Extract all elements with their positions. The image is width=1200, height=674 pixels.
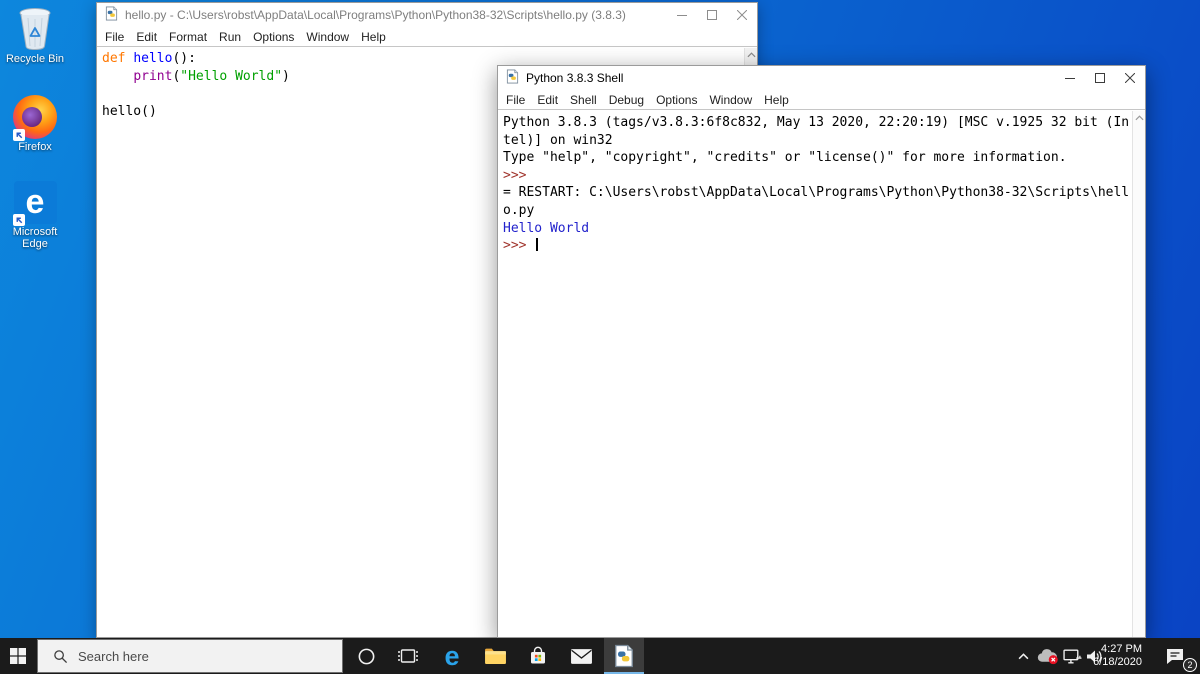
shell-text-area[interactable]: Python 3.8.3 (tags/v3.8.3:6f8c832, May 1… [498, 111, 1145, 637]
chevron-up-icon [1018, 653, 1029, 660]
editor-titlebar[interactable]: hello.py - C:\Users\robst\AppData\Local\… [97, 3, 757, 27]
menu-item-help[interactable]: Help [758, 91, 795, 109]
taskbar-clock[interactable]: 4:27 PM 6/18/2020 [1082, 638, 1142, 674]
close-button[interactable] [1115, 66, 1145, 90]
clock-time: 4:27 PM [1101, 643, 1142, 656]
shell-vertical-scrollbar[interactable] [1132, 111, 1145, 637]
onedrive-tray-button[interactable] [1034, 638, 1060, 674]
action-center-icon [1165, 647, 1185, 665]
menu-item-window[interactable]: Window [703, 91, 758, 109]
maximize-button[interactable] [697, 3, 727, 27]
menu-item-shell[interactable]: Shell [564, 91, 603, 109]
python-shell-window: Python 3.8.3 Shell File Edit Shell Debug… [497, 65, 1146, 638]
network-icon [1063, 649, 1082, 664]
task-view-icon [397, 647, 419, 665]
taskbar-edge-button[interactable]: e [432, 638, 472, 674]
menu-item-help[interactable]: Help [355, 28, 392, 46]
taskbar-file-explorer-button[interactable] [475, 638, 515, 674]
menu-item-file[interactable]: File [99, 28, 130, 46]
desktop-icon-firefox[interactable]: Firefox [2, 93, 68, 153]
action-center-button[interactable]: 2 [1150, 638, 1200, 674]
menu-item-format[interactable]: Format [163, 28, 213, 46]
minimize-button[interactable] [667, 3, 697, 27]
desktop-icon-label: Recycle Bin [2, 53, 68, 65]
taskbar: e [0, 638, 1200, 674]
hidden-icons-chevron-button[interactable] [1012, 638, 1034, 674]
network-tray-button[interactable] [1060, 638, 1084, 674]
editor-window-title: hello.py - C:\Users\robst\AppData\Local\… [125, 8, 626, 22]
shell-prompt-line: >>> [503, 167, 1145, 185]
shell-line: tel)] on win32 [503, 132, 1145, 150]
menu-item-file[interactable]: File [500, 91, 531, 109]
menu-item-edit[interactable]: Edit [531, 91, 564, 109]
shortcut-arrow-icon [13, 214, 25, 226]
edge-icon: e [2, 178, 68, 224]
desktop-icon-recycle-bin[interactable]: Recycle Bin [2, 5, 68, 65]
onedrive-error-icon [1036, 648, 1059, 665]
shell-prompt-line: >>> [503, 237, 1145, 255]
taskbar-store-button[interactable] [518, 638, 558, 674]
menu-item-debug[interactable]: Debug [603, 91, 650, 109]
desktop-icon-microsoft-edge[interactable]: e Microsoft Edge [2, 178, 68, 250]
shell-window-title: Python 3.8.3 Shell [526, 71, 623, 85]
idle-file-icon [505, 69, 520, 87]
taskbar-mail-button[interactable] [561, 638, 601, 674]
desktop-icon-label: Microsoft Edge [2, 226, 68, 250]
minimize-button[interactable] [1055, 66, 1085, 90]
start-button[interactable] [0, 638, 36, 674]
idle-file-icon [104, 6, 119, 24]
text-cursor [536, 238, 538, 251]
scroll-up-arrow-icon[interactable] [1133, 111, 1145, 125]
microsoft-store-icon [528, 646, 548, 666]
search-input[interactable] [78, 649, 298, 664]
windows-logo-icon [10, 648, 26, 664]
shell-menubar: File Edit Shell Debug Options Window Hel… [498, 90, 1145, 110]
desktop-icon-label: Firefox [2, 141, 68, 153]
shell-line: = RESTART: C:\Users\robst\AppData\Local\… [503, 184, 1145, 202]
python-idle-icon [612, 644, 636, 668]
shell-titlebar[interactable]: Python 3.8.3 Shell [498, 66, 1145, 90]
cortana-icon [357, 647, 376, 666]
menu-item-window[interactable]: Window [300, 28, 355, 46]
mail-icon [570, 648, 593, 665]
close-button[interactable] [727, 3, 757, 27]
taskbar-python-idle-button[interactable] [604, 638, 644, 674]
recycle-bin-icon [2, 5, 68, 51]
file-explorer-icon [484, 647, 507, 665]
notification-count-badge: 2 [1183, 658, 1197, 672]
menu-item-edit[interactable]: Edit [130, 28, 163, 46]
menu-item-options[interactable]: Options [650, 91, 703, 109]
shell-stdout-line: Hello World [503, 220, 1145, 238]
clock-date: 6/18/2020 [1093, 656, 1142, 669]
scroll-up-arrow-icon[interactable] [745, 48, 757, 62]
firefox-icon [2, 93, 68, 139]
shell-line: o.py [503, 202, 1145, 220]
shell-line: Type "help", "copyright", "credits" or "… [503, 149, 1145, 167]
maximize-button[interactable] [1085, 66, 1115, 90]
shortcut-arrow-icon [13, 129, 25, 141]
task-view-button[interactable] [388, 638, 428, 674]
cortana-button[interactable] [346, 638, 386, 674]
edge-icon: e [444, 643, 459, 670]
taskbar-search-box[interactable] [37, 639, 343, 673]
shell-line: Python 3.8.3 (tags/v3.8.3:6f8c832, May 1… [503, 114, 1145, 132]
menu-item-run[interactable]: Run [213, 28, 247, 46]
menu-item-options[interactable]: Options [247, 28, 300, 46]
search-icon [53, 649, 68, 664]
editor-menubar: File Edit Format Run Options Window Help [97, 27, 757, 47]
